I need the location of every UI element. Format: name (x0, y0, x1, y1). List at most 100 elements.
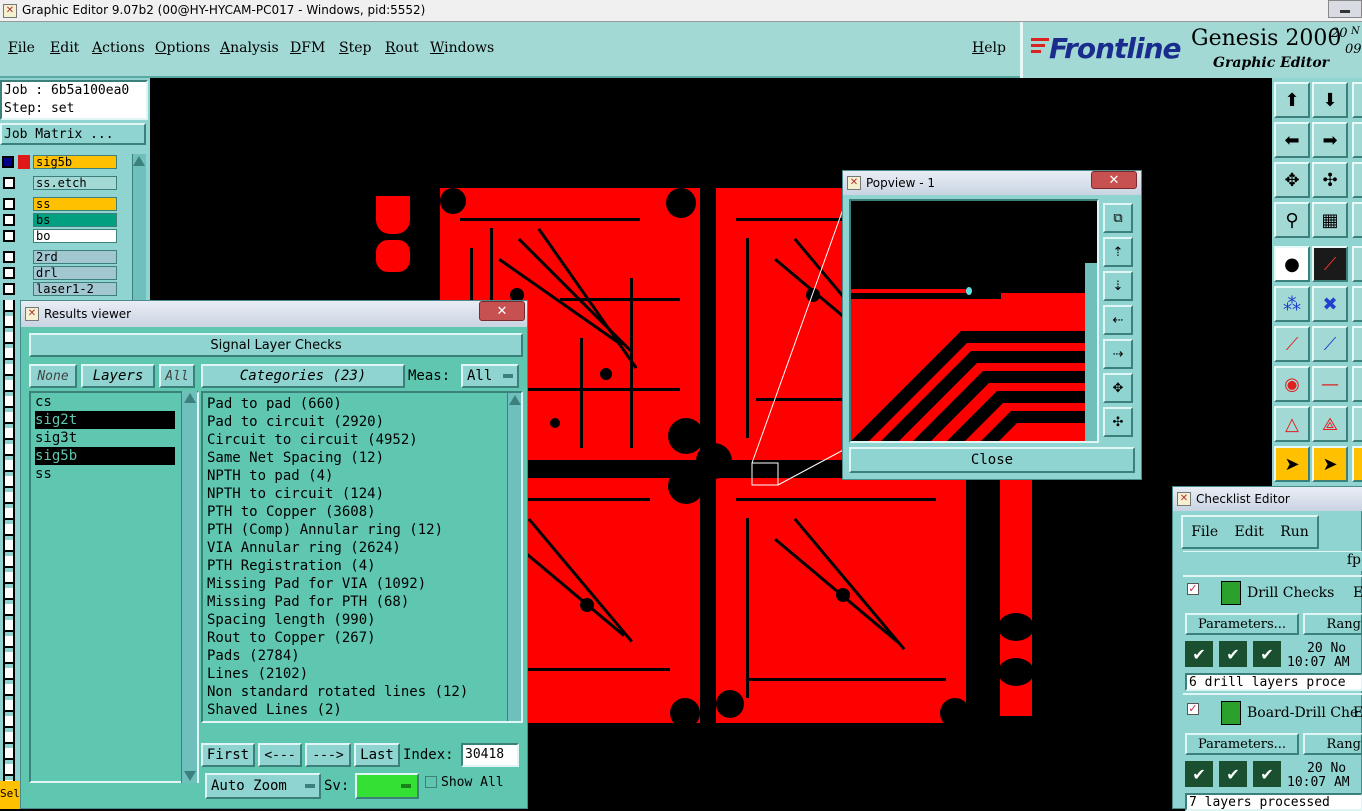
tool-dash-icon[interactable]: — (1312, 366, 1348, 402)
layer-list-scrollbar[interactable] (181, 391, 197, 783)
layer-checkbox[interactable] (3, 197, 15, 210)
category-list-item[interactable]: Pad to circuit (2920) (207, 413, 521, 431)
layer-checkbox[interactable] (3, 229, 15, 242)
run-icon[interactable]: ✔ (1253, 641, 1281, 667)
popview-down-icon[interactable]: ⇣ (1103, 271, 1133, 301)
tool-more-icon[interactable] (1352, 366, 1362, 402)
layer-checkbox[interactable] (3, 282, 15, 295)
tool-slash-icon[interactable]: ⟋ (1274, 326, 1310, 362)
run-icon[interactable]: ✔ (1185, 761, 1213, 787)
tool-more-icon[interactable] (1352, 246, 1362, 282)
layer-row[interactable]: ss.etch (0, 175, 118, 190)
popview-home-icon[interactable]: ✣ (1103, 407, 1133, 437)
first-button[interactable]: First (201, 743, 255, 767)
layer-list-item[interactable]: cs (35, 393, 197, 411)
popview-right-icon[interactable]: ⇢ (1103, 339, 1133, 369)
tool-move-up-icon[interactable]: ⬆ (1274, 82, 1310, 118)
tool-pad-icon[interactable]: ● (1274, 246, 1310, 282)
popview-zoom-icon[interactable]: ⧉ (1103, 203, 1133, 233)
tool-more-icon[interactable] (1352, 286, 1362, 322)
check-enabled-checkbox[interactable]: ✓ (1187, 583, 1199, 595)
layer-name[interactable]: bs (33, 212, 117, 227)
category-list-item[interactable]: Spacing length (990) (207, 611, 521, 629)
layer-row[interactable]: sig5b (0, 154, 118, 169)
menu-rout[interactable]: Rout (385, 40, 419, 56)
categories-button[interactable]: Categories (23) (201, 364, 405, 388)
layer-row[interactable]: drl (0, 265, 118, 280)
category-list-item[interactable]: NPTH to pad (4) (207, 467, 521, 485)
tool-measure-icon[interactable]: ⚲ (1274, 202, 1310, 238)
menu-edit[interactable]: Edit (50, 40, 79, 56)
category-list-item[interactable]: VIA Annular ring (2624) (207, 539, 521, 557)
tool-triangle-icon[interactable]: △ (1274, 406, 1310, 442)
layers-button[interactable]: Layers (81, 364, 155, 388)
meas-dropdown[interactable]: All (461, 364, 519, 388)
tool-move-left-icon[interactable]: ⬅ (1274, 122, 1310, 158)
tool-cross-icon[interactable]: ✖ (1312, 286, 1348, 322)
range-button[interactable]: Rang (1303, 613, 1362, 635)
tool-grid-icon[interactable]: ▦ (1312, 202, 1348, 238)
category-list-item[interactable]: NPTH to circuit (124) (207, 485, 521, 503)
index-input[interactable]: 30418 (461, 743, 519, 767)
category-scrollbar[interactable] (507, 393, 521, 721)
tool-line-icon[interactable]: ⟋ (1312, 246, 1348, 282)
popview-canvas[interactable] (849, 199, 1099, 443)
run-icon[interactable]: ✔ (1219, 641, 1247, 667)
layer-checkbox[interactable] (3, 250, 15, 263)
prev-button[interactable]: <--- (258, 743, 302, 767)
tool-more-icon[interactable] (1352, 162, 1362, 198)
tool-dot-icon[interactable]: ◉ (1274, 366, 1310, 402)
tool-more-icon[interactable] (1352, 446, 1362, 482)
show-all-checkbox[interactable] (425, 776, 437, 788)
layer-checkbox[interactable] (3, 266, 15, 279)
tool-move-down-icon[interactable]: ⬇ (1312, 82, 1348, 118)
category-list-item[interactable]: Pads (2784) (207, 647, 521, 665)
tool-net-icon[interactable]: ⁂ (1274, 286, 1310, 322)
category-list-item[interactable]: Circuit to circuit (4952) (207, 431, 521, 449)
run-icon[interactable]: ✔ (1185, 641, 1213, 667)
layer-name[interactable]: bo (33, 228, 117, 243)
category-list-item[interactable]: PTH to Copper (3608) (207, 503, 521, 521)
run-icon[interactable]: ✔ (1219, 761, 1247, 787)
layer-list-item[interactable]: ss (35, 465, 197, 483)
tool-select-alt-icon[interactable]: ➤ (1312, 446, 1348, 482)
layer-row[interactable]: bs (0, 212, 118, 227)
checklist-menu-run[interactable]: Run (1280, 524, 1309, 540)
category-list-item[interactable]: Non standard rotated lines (12) (207, 683, 521, 701)
layer-row[interactable]: ss (0, 196, 118, 211)
range-button[interactable]: Rang (1303, 733, 1362, 755)
sv-color-dropdown[interactable] (355, 773, 419, 799)
menu-step[interactable]: Step (339, 40, 371, 56)
layer-row[interactable]: 2rd (0, 249, 118, 264)
menu-help[interactable]: Help (972, 40, 1006, 56)
layer-list-item[interactable]: sig3t (35, 429, 197, 447)
tool-more-icon[interactable] (1352, 326, 1362, 362)
layer-name[interactable]: laser1-2 (33, 281, 117, 296)
none-button[interactable]: None (29, 364, 77, 388)
menu-windows[interactable]: Windows (430, 40, 494, 56)
popview-fit-icon[interactable]: ✥ (1103, 373, 1133, 403)
layer-row[interactable]: laser1-2 (0, 281, 118, 296)
tool-more-icon[interactable] (1352, 82, 1362, 118)
auto-zoom-dropdown[interactable]: Auto Zoom (205, 773, 321, 799)
next-button[interactable]: ---> (305, 743, 351, 767)
layer-name[interactable]: ss (33, 196, 117, 211)
tool-zoom-home-icon[interactable]: ✣ (1312, 162, 1348, 198)
layer-name[interactable]: sig5b (33, 154, 117, 169)
category-list-item[interactable]: PTH (Comp) Annular ring (12) (207, 521, 521, 539)
popview-up-icon[interactable]: ⇡ (1103, 237, 1133, 267)
close-icon[interactable]: ✕ (1091, 171, 1137, 189)
tool-more-icon[interactable] (1352, 202, 1362, 238)
category-list-item[interactable]: Shaved Lines (2) (207, 701, 521, 719)
checklist-menu-edit[interactable]: Edit (1235, 524, 1264, 540)
layer-checkbox[interactable] (3, 176, 15, 189)
menu-file[interactable]: File (8, 40, 35, 56)
layer-list-item[interactable]: sig5b (35, 447, 175, 465)
layer-name[interactable]: ss.etch (33, 175, 117, 190)
last-button[interactable]: Last (354, 743, 400, 767)
layer-list[interactable]: cs sig2t sig3t sig5b ss (29, 391, 199, 783)
tool-select-icon[interactable]: ➤ (1274, 446, 1310, 482)
popview-left-icon[interactable]: ⇠ (1103, 305, 1133, 335)
category-list-item[interactable]: Missing Pad for VIA (1092) (207, 575, 521, 593)
layer-checkbox[interactable] (3, 213, 15, 226)
